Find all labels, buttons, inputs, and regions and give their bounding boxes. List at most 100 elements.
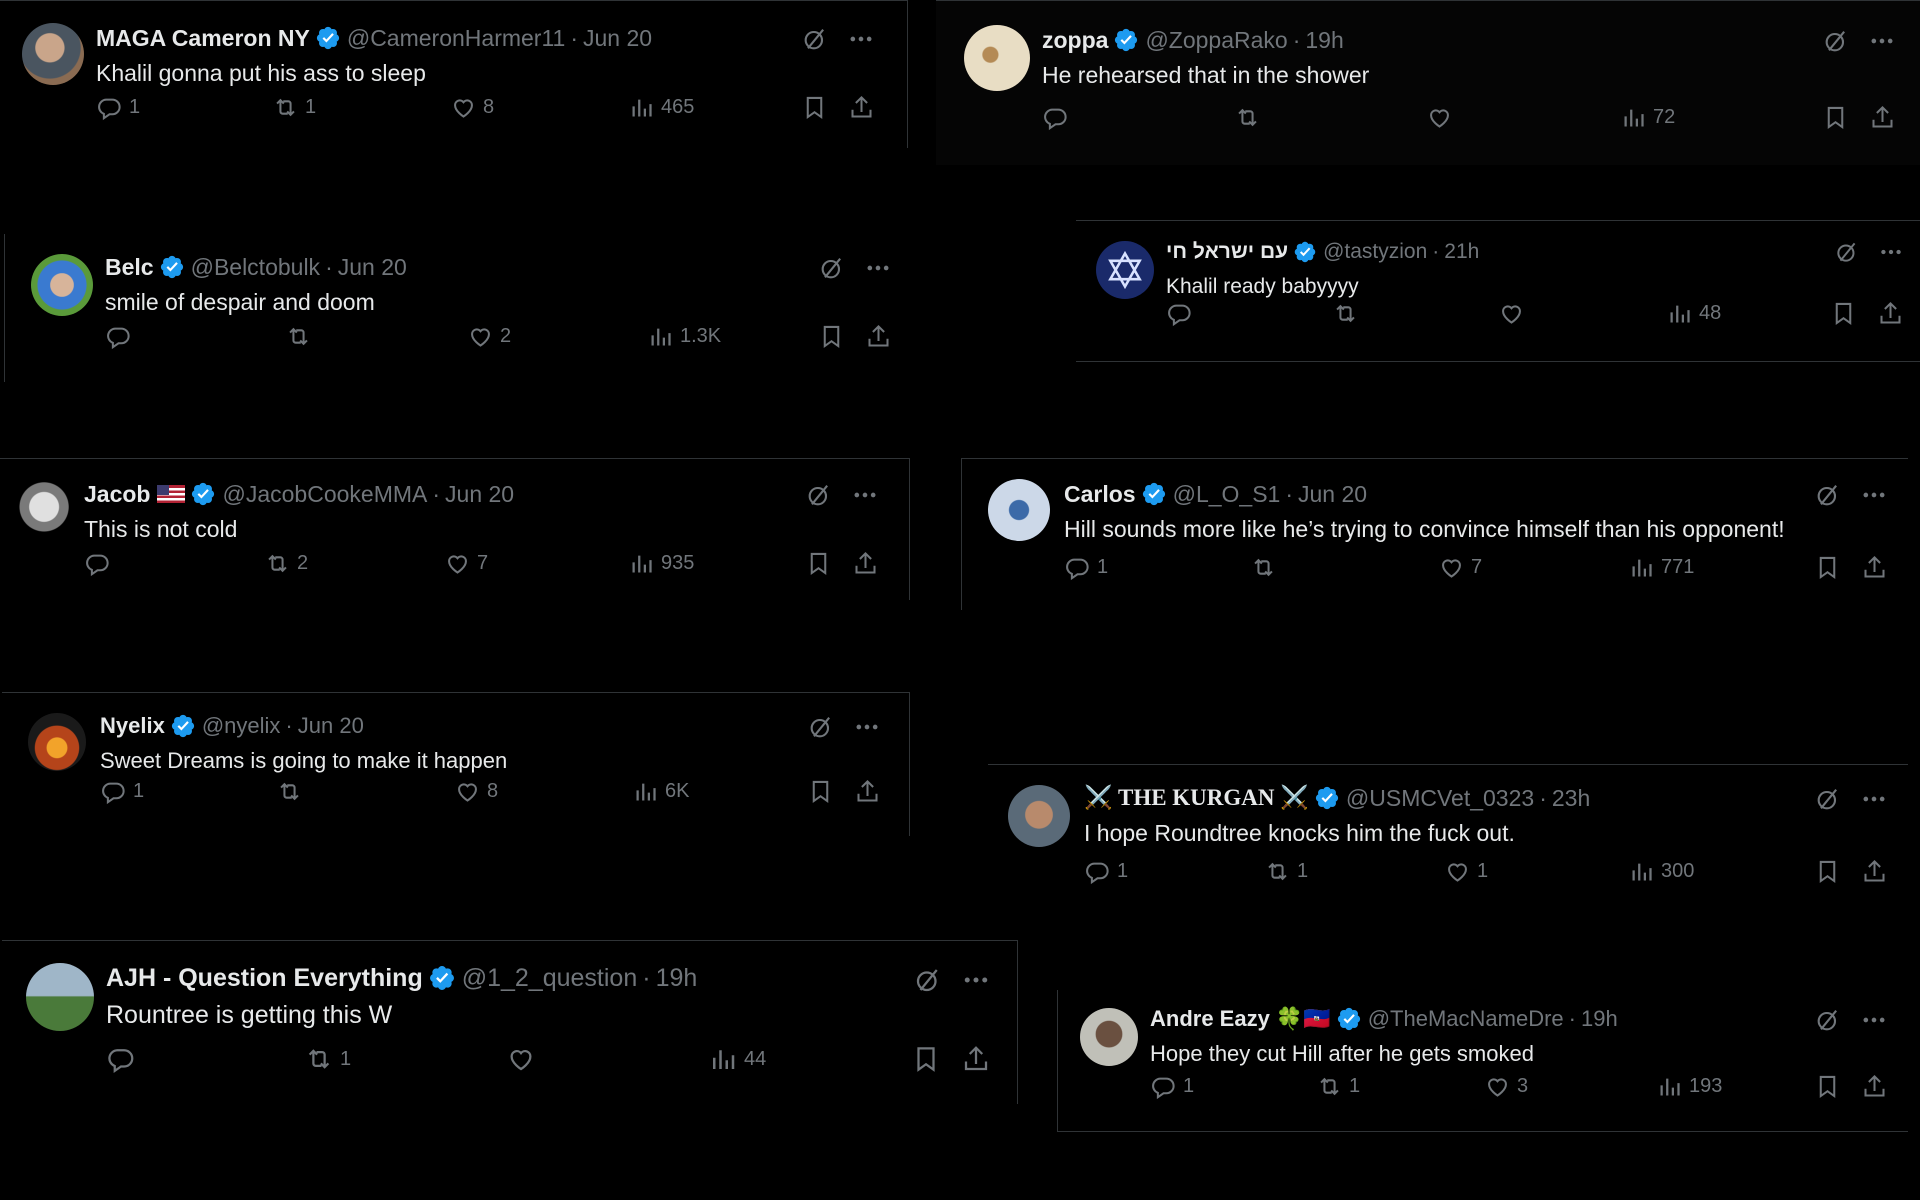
share-icon[interactable]	[961, 1044, 991, 1074]
avatar[interactable]	[10, 479, 72, 541]
like-button[interactable]: 1	[1444, 858, 1488, 885]
more-icon[interactable]	[847, 25, 875, 53]
avatar[interactable]	[26, 963, 94, 1031]
grok-icon[interactable]	[913, 965, 943, 995]
views-button[interactable]: 6K	[632, 778, 689, 805]
user-handle[interactable]: @Belctobulk	[191, 252, 320, 282]
retweet-button[interactable]: 1	[1316, 1073, 1360, 1100]
share-icon[interactable]	[1861, 554, 1888, 581]
share-icon[interactable]	[854, 778, 881, 805]
grok-icon[interactable]	[1834, 239, 1860, 265]
timestamp[interactable]: 21h	[1444, 237, 1479, 267]
user-handle[interactable]: @L_O_S1	[1173, 479, 1281, 509]
retweet-button[interactable]: 1	[272, 94, 316, 121]
user-handle[interactable]: @USMCVet_0323	[1346, 783, 1534, 813]
tweet-card[interactable]: עם ישראל חי @tastyzion · 21h Khalil read…	[1076, 220, 1920, 362]
like-button[interactable]: 3	[1484, 1073, 1528, 1100]
timestamp[interactable]: 23h	[1552, 783, 1590, 813]
timestamp[interactable]: Jun 20	[298, 711, 364, 741]
bookmark-icon[interactable]	[1814, 1073, 1841, 1100]
like-button[interactable]: 8	[450, 94, 494, 121]
share-icon[interactable]	[852, 550, 879, 577]
share-icon[interactable]	[1861, 1073, 1888, 1100]
tweet-card[interactable]: MAGA Cameron NY @CameronHarmer11 · Jun 2…	[0, 0, 908, 148]
share-icon[interactable]	[865, 323, 892, 350]
bookmark-icon[interactable]	[911, 1044, 941, 1074]
display-name[interactable]: zoppa	[1042, 25, 1108, 55]
grok-icon[interactable]	[1814, 785, 1842, 813]
display-name[interactable]: Andre Eazy 🍀🇭🇹	[1150, 1004, 1331, 1034]
grok-icon[interactable]	[807, 713, 835, 741]
timestamp[interactable]: Jun 20	[583, 23, 652, 53]
like-button[interactable]: 2	[467, 323, 511, 350]
more-icon[interactable]	[1860, 785, 1888, 813]
tweet-card[interactable]: ⚔️ THE KURGAN ⚔️ @USMCVet_0323 · 23h I h…	[988, 764, 1908, 912]
avatar[interactable]	[22, 23, 84, 85]
display-name[interactable]: MAGA Cameron NY	[96, 23, 310, 53]
user-handle[interactable]: @ZoppaRako	[1145, 25, 1287, 55]
tweet-card[interactable]: Jacob @JacobCookeMMA · Jun 20 This is no…	[0, 458, 910, 600]
tweet-card[interactable]: Andre Eazy 🍀🇭🇹 @TheMacNameDre · 19h Hope…	[1057, 990, 1908, 1132]
retweet-button[interactable]	[1250, 554, 1283, 581]
bookmark-icon[interactable]	[1822, 104, 1849, 131]
display-name[interactable]: עם ישראל חי	[1166, 237, 1288, 267]
timestamp[interactable]: Jun 20	[1298, 479, 1367, 509]
more-icon[interactable]	[853, 713, 881, 741]
bookmark-icon[interactable]	[818, 323, 845, 350]
views-button[interactable]: 1.3K	[647, 323, 721, 350]
like-button[interactable]: 8	[454, 778, 498, 805]
views-button[interactable]: 48	[1666, 300, 1721, 327]
views-button[interactable]: 300	[1628, 858, 1694, 885]
bookmark-icon[interactable]	[807, 778, 834, 805]
more-icon[interactable]	[851, 481, 879, 509]
tweet-card[interactable]: Carlos @L_O_S1 · Jun 20 Hill sounds more…	[961, 458, 1908, 610]
grok-icon[interactable]	[818, 254, 846, 282]
like-button[interactable]: 7	[444, 550, 488, 577]
avatar[interactable]	[1008, 785, 1070, 847]
retweet-button[interactable]: 1	[304, 1044, 351, 1074]
avatar[interactable]	[988, 479, 1050, 541]
avatar[interactable]	[1096, 241, 1154, 299]
share-icon[interactable]	[1861, 858, 1888, 885]
retweet-button[interactable]: 1	[1264, 858, 1308, 885]
display-name[interactable]: Carlos	[1064, 479, 1136, 509]
reply-button[interactable]	[105, 323, 138, 350]
views-button[interactable]: 193	[1656, 1073, 1722, 1100]
more-icon[interactable]	[1868, 27, 1896, 55]
avatar[interactable]	[964, 25, 1030, 91]
bookmark-icon[interactable]	[1830, 300, 1857, 327]
tweet-card[interactable]: Nyelix @nyelix · Jun 20 Sweet Dreams is …	[2, 692, 910, 836]
retweet-button[interactable]	[1332, 300, 1365, 327]
timestamp[interactable]: Jun 20	[445, 479, 514, 509]
bookmark-icon[interactable]	[801, 94, 828, 121]
display-name[interactable]: ⚔️ THE KURGAN ⚔️	[1084, 783, 1309, 813]
views-button[interactable]: 44	[708, 1044, 766, 1074]
tweet-card[interactable]: zoppa @ZoppaRako · 19h He rehearsed that…	[936, 0, 1920, 165]
grok-icon[interactable]	[1814, 481, 1842, 509]
tweet-card[interactable]: Belc @Belctobulk · Jun 20 smile of despa…	[4, 234, 908, 382]
tweet-card[interactable]: AJH - Question Everything @1_2_question …	[2, 940, 1018, 1104]
more-icon[interactable]	[1860, 1006, 1888, 1034]
reply-button[interactable]	[1042, 104, 1075, 131]
share-icon[interactable]	[848, 94, 875, 121]
reply-button[interactable]: 1	[100, 778, 144, 805]
user-handle[interactable]: @CameronHarmer11	[347, 23, 566, 53]
views-button[interactable]: 935	[628, 550, 694, 577]
retweet-button[interactable]: 2	[264, 550, 308, 577]
timestamp[interactable]: 19h	[1581, 1004, 1618, 1034]
more-icon[interactable]	[1860, 481, 1888, 509]
bookmark-icon[interactable]	[1814, 858, 1841, 885]
reply-button[interactable]: 1	[1150, 1073, 1194, 1100]
display-name[interactable]: Nyelix	[100, 711, 165, 741]
like-button[interactable]	[1498, 300, 1531, 327]
reply-button[interactable]: 1	[1064, 554, 1108, 581]
more-icon[interactable]	[864, 254, 892, 282]
share-icon[interactable]	[1869, 104, 1896, 131]
user-handle[interactable]: @JacobCookeMMA	[222, 479, 427, 509]
grok-icon[interactable]	[1822, 27, 1850, 55]
reply-button[interactable]	[84, 550, 117, 577]
retweet-button[interactable]	[285, 323, 318, 350]
views-button[interactable]: 72	[1620, 104, 1675, 131]
more-icon[interactable]	[1878, 239, 1904, 265]
reply-button[interactable]	[106, 1044, 142, 1074]
